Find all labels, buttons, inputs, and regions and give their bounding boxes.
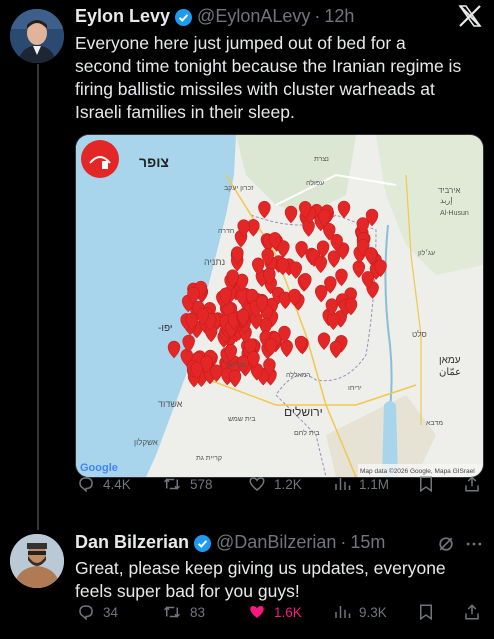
verified-badge-icon [175,9,193,26]
like-button[interactable]: 1.6K [248,603,302,621]
place-label: נתניה [204,257,225,267]
repost-count: 578 [190,476,213,492]
reply-count: 34 [103,604,119,620]
repost-icon [163,606,181,618]
tweet-text: Everyone here just jumped out of bed for… [75,32,461,124]
share-icon [465,604,479,620]
place-label: נצרת [314,156,329,163]
views-button[interactable]: 9.3K [333,603,387,621]
author-handle[interactable]: @EylonALevy [197,6,310,27]
share-button[interactable] [463,603,489,621]
repost-count: 83 [190,604,206,620]
place-label: אשקלון [134,438,158,447]
place-label: קריית גת [196,455,222,462]
separator: · [314,6,321,26]
view-count: 9.3K [359,604,387,620]
place-label: ירושלים [284,405,323,419]
like-button[interactable]: 1.2K [248,475,302,493]
place-label: עפולה [306,179,324,187]
reply-icon [79,605,93,621]
place-label: סלט [412,330,427,339]
views-icon [335,606,351,618]
place-label: Al-Husun [440,210,469,217]
place-label: רמאללה [286,371,311,379]
thread-connector [37,64,39,530]
timestamp[interactable]: 15m [350,532,385,553]
tweet-text-line: Everyone here just jumped out of bed for… [75,33,406,53]
like-count: 1.2K [274,476,302,492]
tweet-media-map[interactable]: צופר נתניה -יפו אשדוד אשקלון ירושלים עמא… [75,134,484,478]
place-label: إربد [440,196,453,205]
bookmark-button[interactable] [417,603,443,621]
tweet-header: Eylon Levy @EylonALevy · 12h [75,6,354,27]
place-label: מודיעין [226,362,246,369]
place-label: אירביד [438,186,460,195]
author-name[interactable]: Eylon Levy [75,6,170,27]
place-label: עמאן [439,355,461,366]
bookmark-icon [420,604,432,621]
place-label: בית לחם [294,429,320,437]
place-label: -יפו [158,323,172,334]
tweet-text-line: Israeli families in their sleep. [75,102,295,122]
place-label: אשדוד [158,399,183,409]
reply-count: 4.4K [103,476,131,492]
tweet-text: Great, please keep giving us updates, ev… [75,557,446,603]
separator: · [340,532,347,552]
repost-button[interactable]: 83 [162,603,205,621]
alert-map: צופר נתניה -יפו אשדוד אשקלון ירושלים עמא… [76,135,483,477]
views-icon [335,478,351,490]
like-icon [250,606,264,618]
grok-icon[interactable] [436,534,456,554]
place-label: יריחו [348,385,362,392]
bookmark-icon [420,476,432,493]
place-label: מדבא [426,420,443,427]
share-icon [465,476,479,492]
reply-icon [79,477,93,493]
avatar[interactable] [10,534,64,588]
place-label: בית שמש [228,416,256,423]
tweet-text-line: second time tonight because the Iranian … [75,56,462,76]
tweet-text-line: feels super bad for you guys! [75,581,300,601]
author-handle[interactable]: @DanBilzerian [216,532,336,553]
like-count: 1.6K [274,604,302,620]
tweet-text-line: Great, please keep giving us updates, ev… [75,558,446,578]
more-icon[interactable] [464,534,484,554]
place-label: عمّان [439,367,461,378]
place-label: זכרון יעקב [224,185,254,192]
view-count: 1.1M [359,476,390,492]
reply-button[interactable]: 34 [77,603,118,621]
reply-button[interactable]: 4.4K [77,475,131,493]
tzofar-logo-text: צופר [139,154,169,170]
tzofar-logo [81,140,119,178]
tweet-text-line: firing ballistic missiles with cluster w… [75,79,435,99]
tweet-header: Dan Bilzerian @DanBilzerian · 15m [75,532,385,553]
repost-icon [163,478,181,490]
place-label: עג׳לון [418,249,435,257]
bookmark-button[interactable] [417,475,443,493]
like-icon [249,477,265,491]
share-button[interactable] [463,475,489,493]
google-logo: Google [80,462,118,474]
map-attribution: Map data ©2026 Google, Mapa GISrael [360,467,475,475]
views-button[interactable]: 1.1M [333,475,389,493]
x-logo-icon[interactable] [458,4,482,28]
place-label: חדרה [218,228,235,235]
author-name[interactable]: Dan Bilzerian [75,532,189,553]
verified-badge-icon [194,535,212,552]
avatar[interactable] [10,9,64,63]
timestamp[interactable]: 12h [324,6,354,27]
repost-button[interactable]: 578 [162,475,213,493]
